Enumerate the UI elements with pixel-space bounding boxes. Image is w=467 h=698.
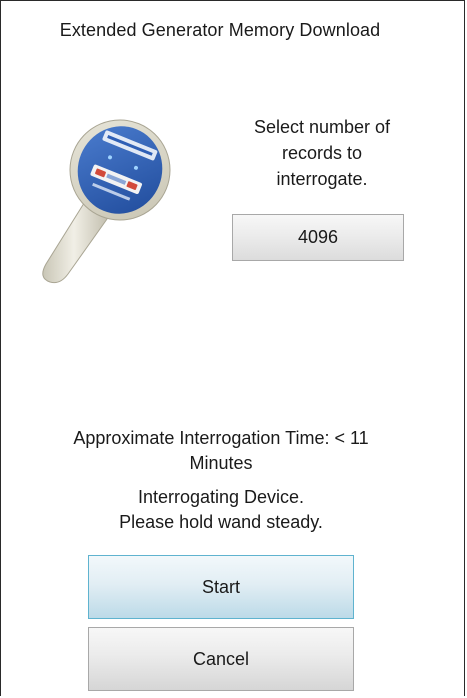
interrogation-status-line-1: Interrogating Device. bbox=[137, 487, 305, 507]
records-count-select[interactable]: 4096 bbox=[232, 214, 404, 261]
records-prompt-line-1: Select number of bbox=[253, 117, 391, 137]
cancel-button-label: Cancel bbox=[192, 648, 250, 669]
interrogation-status-line-2: Please hold wand steady. bbox=[119, 512, 323, 532]
records-prompt: Select number of records to interrogate. bbox=[222, 114, 422, 192]
programming-wand-icon bbox=[42, 119, 171, 284]
start-button[interactable]: Start bbox=[88, 555, 354, 619]
records-count-value: 4096 bbox=[297, 227, 339, 247]
interrogation-time: Approximate Interrogation Time: < 11 Min… bbox=[30, 426, 412, 476]
interrogation-time-line-2: Minutes bbox=[189, 453, 253, 473]
records-prompt-line-3: interrogate. bbox=[276, 169, 368, 189]
cancel-button[interactable]: Cancel bbox=[88, 627, 354, 691]
interrogation-time-line-1: Approximate Interrogation Time: < 11 bbox=[73, 428, 369, 448]
page-title: Extended Generator Memory Download bbox=[59, 20, 381, 40]
interrogation-status: Interrogating Device. Please hold wand s… bbox=[60, 485, 382, 535]
records-prompt-line-2: records to bbox=[281, 143, 363, 163]
start-button-label: Start bbox=[201, 576, 240, 597]
